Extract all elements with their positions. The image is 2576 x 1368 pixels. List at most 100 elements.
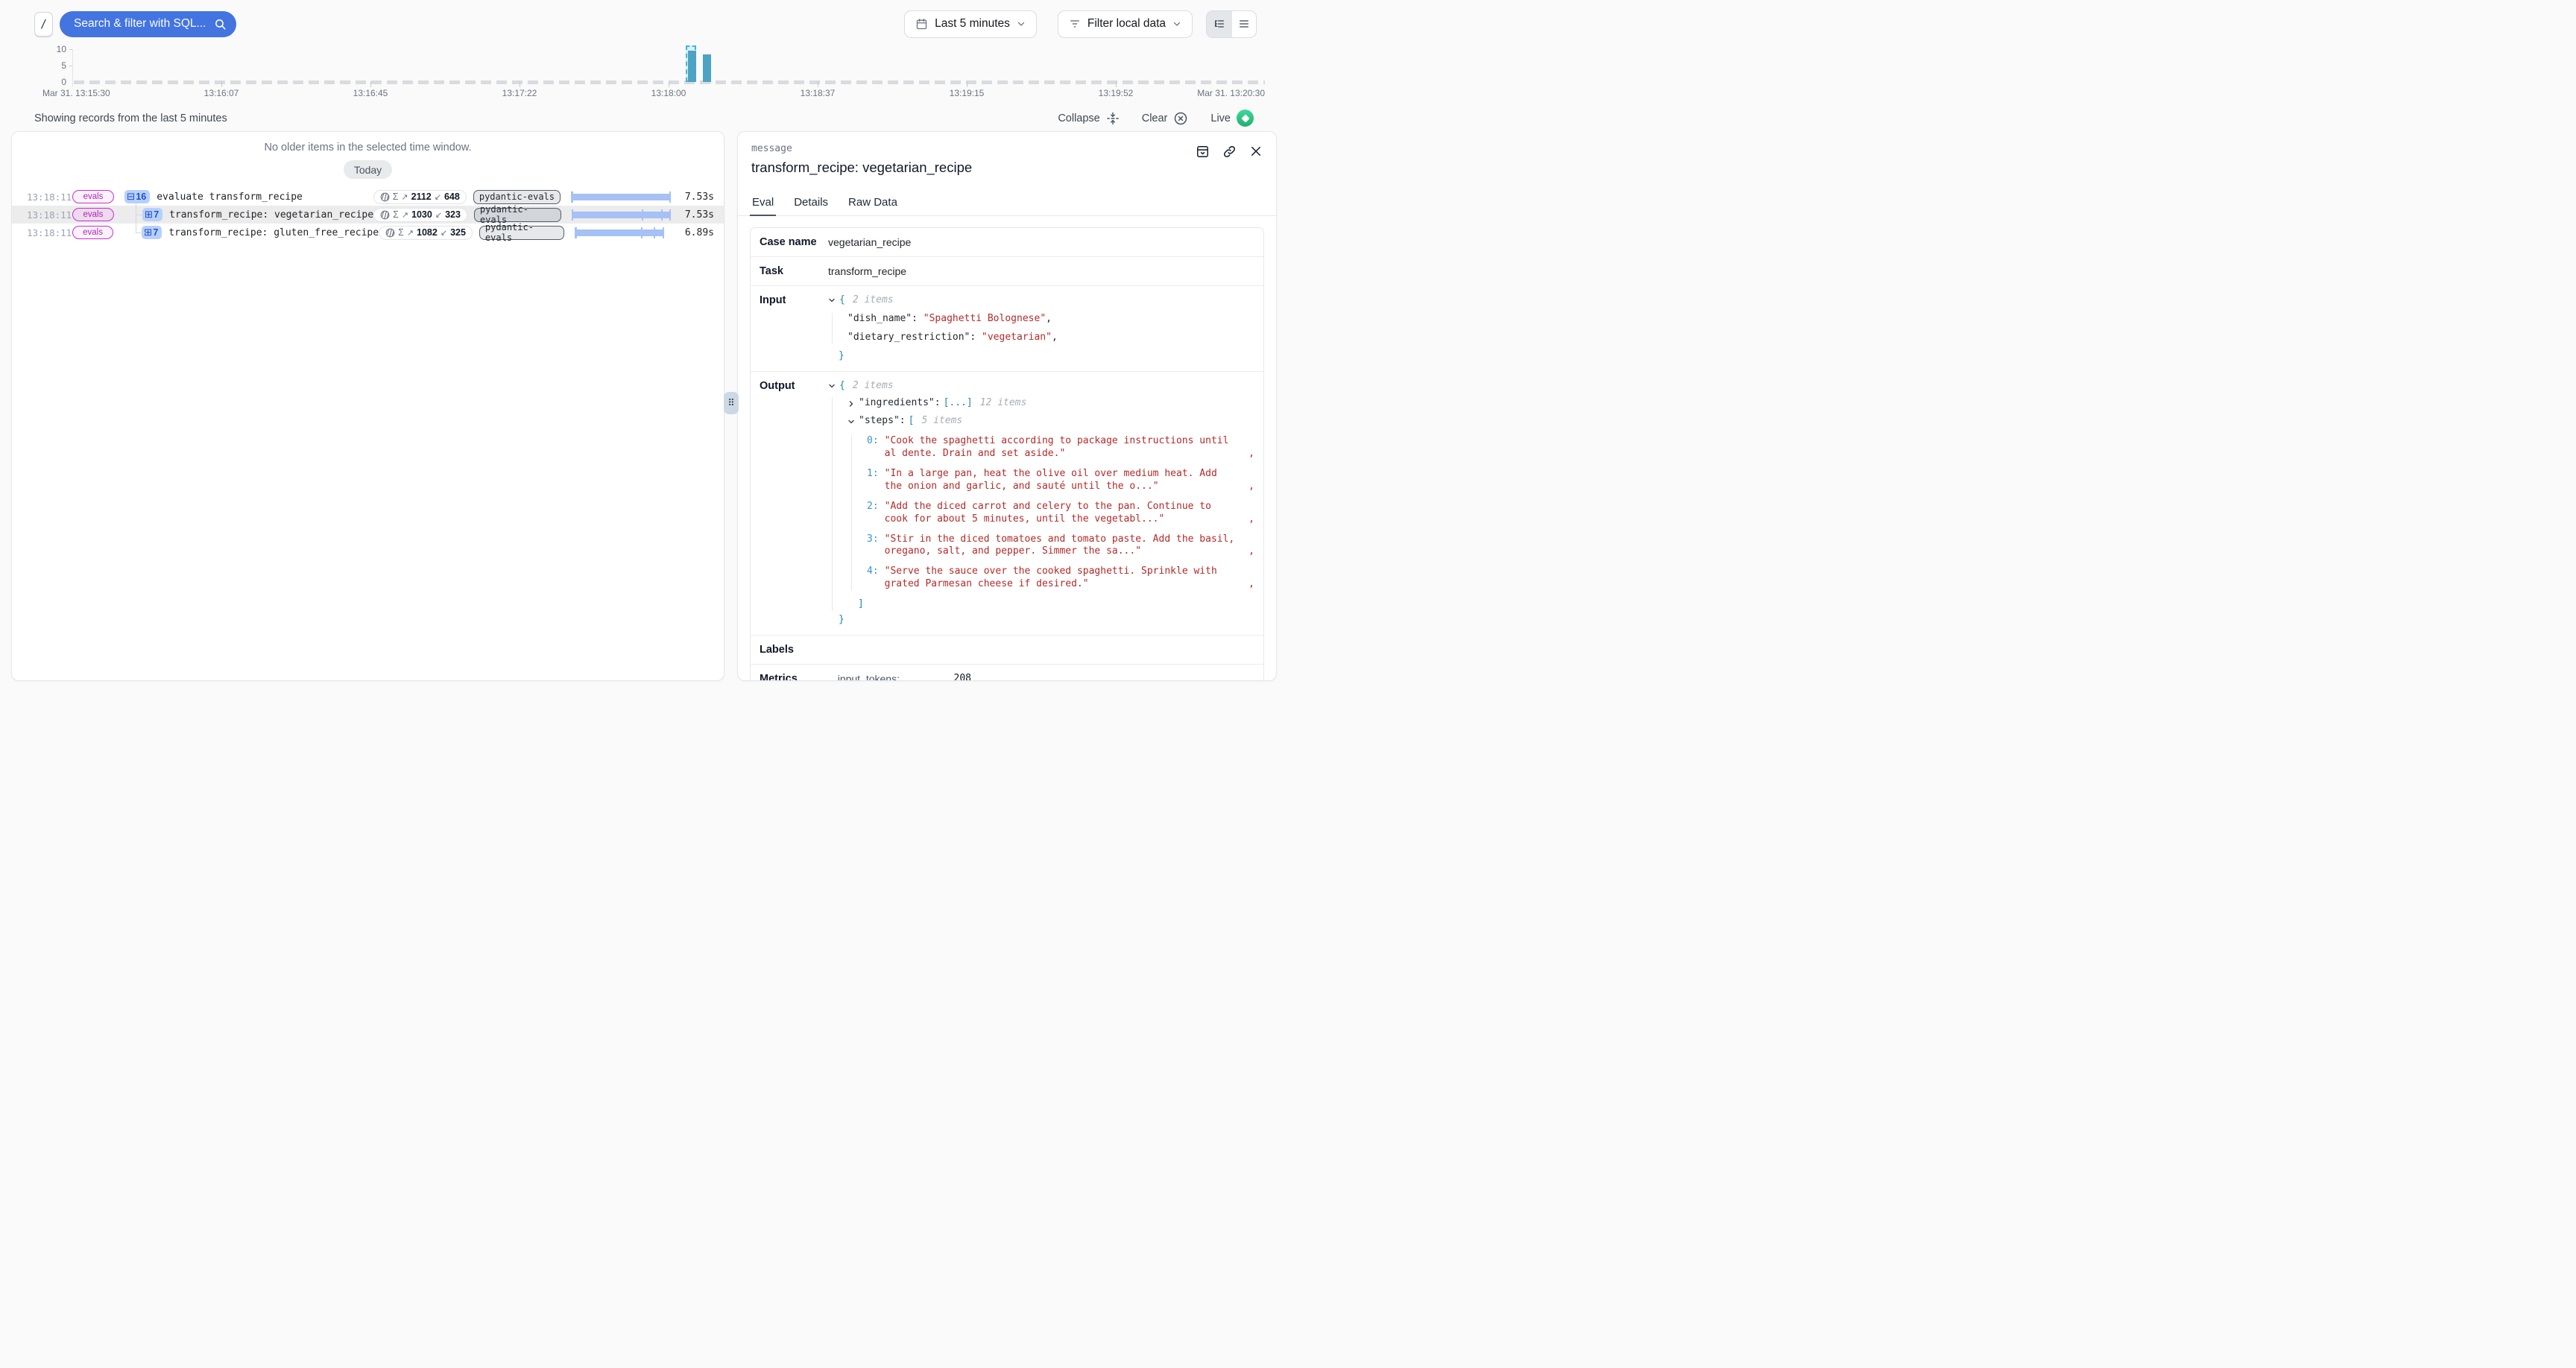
json-string-value: vegetarian (982, 332, 1052, 343)
collapsed-array[interactable]: [...] (944, 397, 973, 410)
tab-details[interactable]: Details (794, 196, 828, 215)
chevron-down-icon[interactable] (828, 297, 836, 304)
clear-button[interactable]: Clear (1142, 111, 1189, 126)
evals-tag[interactable]: evals (72, 226, 113, 239)
duration-value: 7.53s (674, 209, 714, 221)
tree-view-toggle[interactable] (1207, 11, 1231, 37)
step-item: 3: Stir in the diced tomatoes and tomato… (867, 533, 1254, 559)
token-usage-pill[interactable]: Σ ↗ 1030 ↙ 323 (373, 208, 467, 222)
child-count: 16 (136, 191, 146, 202)
save-view-icon[interactable] (1196, 145, 1210, 159)
trace-row-evaluate-transform-recipe[interactable]: 13:18:11 evals ⊟ 16 evaluate transform_r… (12, 188, 724, 206)
collapse-span-button[interactable]: ⊟ 16 (124, 190, 150, 203)
json-entry-dish-name: dish_name: Spaghetti Bolognese, (847, 313, 1254, 326)
trace-row-gluten-free-recipe[interactable]: 13:18:11 evals ⊞ 7 transform_recipe: glu… (12, 224, 724, 241)
json-key: ingredients (859, 397, 935, 408)
record-count-bar[interactable] (703, 54, 711, 82)
chart-plot-area[interactable]: 10 5 0 (72, 49, 1265, 82)
x-tick-label: Mar 31. 13:20:30 (1197, 88, 1265, 98)
panel-resize-handle[interactable]: ⠿ (724, 392, 739, 414)
time-range-label: Last 5 minutes (935, 17, 1010, 31)
span-name: evaluate transform_recipe (157, 191, 303, 203)
output-tokens-arrow-icon: ↙ (435, 210, 442, 220)
tab-raw-data[interactable]: Raw Data (848, 196, 897, 215)
library-badge[interactable]: pydantic-evals (474, 208, 561, 222)
close-brace: } (839, 614, 1254, 627)
evals-tag[interactable]: evals (72, 190, 114, 203)
duration-bar[interactable] (575, 229, 664, 236)
view-mode-toggle (1206, 10, 1257, 38)
open-brace: { (839, 294, 845, 307)
duration-bar[interactable] (572, 212, 672, 218)
comma: , (1248, 545, 1254, 558)
x-tick-mark (370, 81, 371, 87)
search-input[interactable]: Search & filter with SQL... (60, 11, 236, 37)
live-toggle[interactable]: Live (1210, 110, 1254, 127)
span-name: transform_recipe: vegetarian_recipe (169, 209, 373, 221)
step-text: Cook the spaghetti according to package … (885, 435, 1239, 460)
colon: : (970, 332, 976, 343)
drag-dots-icon: ⠿ (727, 398, 735, 409)
step-item: 4: Serve the sauce over the cooked spagh… (867, 566, 1254, 591)
record-kind: message (751, 143, 1263, 154)
chevron-right-icon[interactable] (847, 400, 856, 408)
colon: : (900, 415, 906, 426)
input-tokens-count: 1030 (411, 209, 432, 220)
date-pill[interactable]: Today (344, 160, 392, 179)
x-tick-label: 13:16:07 (204, 88, 239, 98)
steps-items: 0: Cook the spaghetti according to packa… (851, 435, 1254, 591)
output-tokens-arrow-icon: ↙ (441, 228, 447, 238)
chevron-down-icon[interactable] (847, 418, 856, 425)
token-usage-pill[interactable]: Σ ↗ 2112 ↙ 648 (373, 190, 467, 204)
time-range-button[interactable]: Last 5 minutes (904, 10, 1037, 38)
output-tokens-count: 325 (450, 227, 466, 238)
eval-tab-content: Case name vegetarian_recipe Task transfo… (738, 216, 1276, 680)
sum-icon: Σ (393, 209, 399, 220)
items-count: 2 items (853, 294, 894, 307)
labels-value (828, 644, 1254, 656)
tab-eval[interactable]: Eval (752, 196, 774, 215)
coin-icon (385, 228, 395, 238)
row-right-group: Σ ↗ 2112 ↙ 648 pydantic-evals 7.53s (373, 190, 714, 204)
duration-tick (654, 227, 655, 238)
evals-tag[interactable]: evals (72, 208, 114, 221)
close-icon[interactable] (1249, 145, 1263, 159)
span-name: transform_recipe: gluten_free_recipe (168, 227, 379, 238)
search-icon (214, 18, 227, 31)
y-tick-10: 10 (57, 44, 66, 54)
comma: , (1248, 481, 1254, 493)
flat-list-toggle[interactable] (1231, 11, 1256, 37)
trace-row-vegetarian-recipe[interactable]: 13:18:11 evals ⊞ 7 transform_recipe: veg… (12, 206, 724, 224)
x-tick-mark (221, 81, 222, 87)
x-tick-label: 13:17:22 (502, 88, 537, 98)
duration-bar-track (571, 191, 671, 203)
chevron-down-icon[interactable] (828, 382, 836, 390)
x-tick-label: 13:16:45 (353, 88, 388, 98)
top-bar: / Search & filter with SQL... Last 5 min… (34, 9, 1257, 39)
collapse-button[interactable]: Collapse (1058, 112, 1119, 125)
json-entry-steps: steps: [ 5 items (847, 415, 1254, 428)
token-usage-pill[interactable]: Σ ↗ 1082 ↙ 325 (379, 226, 473, 240)
record-count-bar[interactable] (688, 51, 696, 82)
span-detail-panel: message transform_recipe: vegetarian_rec… (737, 131, 1277, 681)
x-tick-label: Mar 31. 13:15:30 (42, 88, 110, 98)
items-count: 2 items (853, 380, 894, 393)
comma: , (1248, 578, 1254, 591)
detail-title: transform_recipe: vegetarian_recipe (751, 159, 1263, 176)
records-timeline-chart[interactable]: 10 5 0 Mar 31. 13:15:30 13:16:07 13:16:4… (34, 46, 1265, 107)
items-count: 12 items (980, 397, 1027, 410)
filter-local-data-button[interactable]: Filter local data (1058, 10, 1193, 38)
library-badge[interactable]: pydantic-evals (479, 226, 564, 240)
eval-fields-card: Case name vegetarian_recipe Task transfo… (750, 227, 1264, 680)
calendar-icon (915, 18, 928, 31)
input-tokens-count: 1082 (417, 227, 438, 238)
task-label: Task (760, 265, 828, 277)
metrics-label: Metrics (760, 673, 828, 680)
copy-link-icon[interactable] (1222, 145, 1237, 159)
y-tick-5: 5 (61, 60, 66, 71)
library-badge[interactable]: pydantic-evals (473, 190, 561, 204)
duration-bar-track (572, 209, 672, 221)
json-entry-ingredients: ingredients: [...] 12 items (847, 397, 1254, 410)
comma: , (1046, 313, 1052, 324)
duration-bar[interactable] (571, 194, 671, 200)
